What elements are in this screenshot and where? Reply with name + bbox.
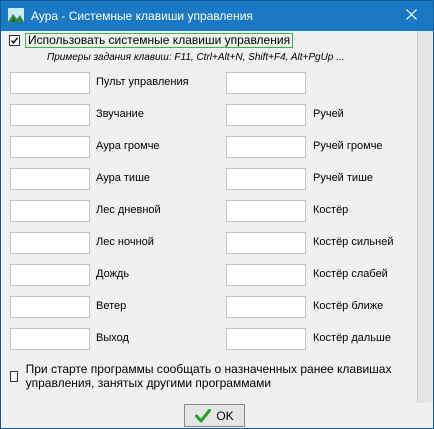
right-hotkey-field[interactable]	[226, 232, 306, 254]
window-title: Аура - Системные клавиши управления	[31, 9, 253, 23]
landscape-app-icon	[8, 8, 24, 22]
left-hotkey-label: Лес ночной	[96, 236, 154, 248]
left-hotkey-label: Лес дневной	[96, 204, 161, 216]
use-system-keys-option[interactable]: Использовать системные клавиши управлени…	[9, 32, 294, 48]
left-hotkey-field[interactable]	[10, 200, 90, 222]
left-hotkey-label: Выход	[96, 332, 129, 344]
key-examples-hint: Примеры задания клавиш: F11, Ctrl+Alt+N,…	[47, 52, 345, 63]
right-hotkey-label: Костёр	[313, 204, 349, 216]
startup-warning-option[interactable]: При старте программы сообщать о назначен…	[10, 362, 410, 390]
checkmark-icon	[195, 408, 212, 423]
right-hotkey-label: Ручей тише	[313, 172, 374, 184]
right-hotkey-field[interactable]	[226, 104, 306, 126]
right-hotkey-field[interactable]	[226, 328, 306, 350]
vertical-scrollbar[interactable]	[417, 31, 433, 403]
checkmark-icon	[10, 36, 19, 44]
right-hotkey-field[interactable]	[226, 200, 306, 222]
left-hotkey-label: Пульт управления	[96, 76, 189, 88]
title-bar[interactable]: Аура - Системные клавиши управления	[1, 1, 433, 31]
right-hotkey-label: Ручей	[313, 108, 344, 120]
use-system-keys-checkbox[interactable]	[9, 34, 20, 46]
left-hotkey-label: Аура громче	[96, 140, 160, 152]
right-hotkey-field[interactable]	[226, 168, 306, 190]
left-hotkey-field[interactable]	[10, 104, 90, 126]
right-hotkey-field[interactable]	[226, 264, 306, 286]
left-hotkey-field[interactable]	[10, 328, 90, 350]
dialog-window: Аура - Системные клавиши управления Испо…	[0, 0, 434, 429]
left-hotkey-field[interactable]	[10, 232, 90, 254]
right-hotkey-field[interactable]	[226, 136, 306, 158]
left-hotkey-label: Звучание	[96, 108, 144, 120]
left-hotkey-field[interactable]	[10, 296, 90, 318]
left-hotkey-field[interactable]	[10, 72, 90, 94]
use-system-keys-label: Использовать системные клавиши управлени…	[25, 32, 294, 48]
right-hotkey-field[interactable]	[226, 72, 306, 94]
right-hotkey-label: Костёр слабей	[313, 268, 388, 280]
left-hotkey-label: Дождь	[96, 268, 130, 280]
close-button[interactable]	[389, 1, 433, 31]
right-hotkey-label: Костёр сильней	[313, 236, 394, 248]
right-hotkey-field[interactable]	[226, 296, 306, 318]
right-hotkey-label: Костёр ближе	[313, 300, 384, 312]
startup-warning-label: При старте программы сообщать о назначен…	[25, 362, 392, 390]
ok-button[interactable]: OK	[184, 404, 245, 427]
right-hotkey-label: Ручей громче	[313, 140, 383, 152]
left-hotkey-field[interactable]	[10, 136, 90, 158]
left-hotkey-field[interactable]	[10, 264, 90, 286]
left-hotkey-field[interactable]	[10, 168, 90, 190]
startup-warning-checkbox[interactable]	[10, 371, 18, 382]
right-hotkey-label: Костёр дальше	[313, 332, 391, 344]
left-hotkey-label: Ветер	[96, 300, 127, 312]
left-hotkey-label: Аура тише	[96, 172, 151, 184]
ok-button-label: OK	[216, 408, 234, 423]
close-icon	[405, 9, 417, 23]
